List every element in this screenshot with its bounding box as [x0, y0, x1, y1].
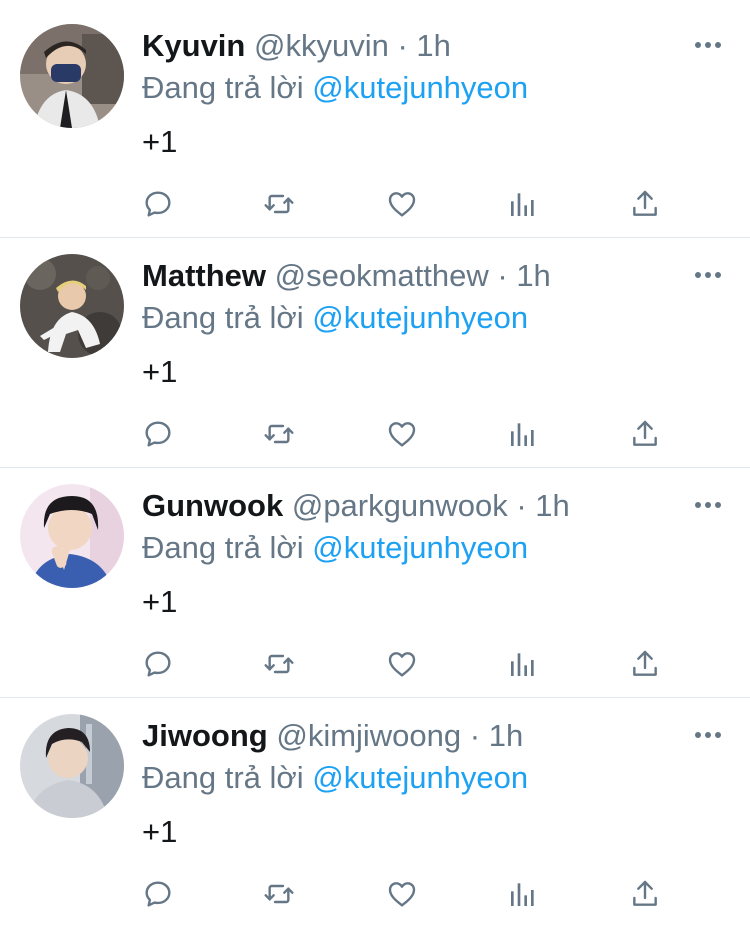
like-icon[interactable]: [384, 876, 420, 912]
replying-to: Đang trả lời @kutejunhyeon: [142, 298, 528, 338]
mention-link[interactable]: @kutejunhyeon: [312, 70, 528, 105]
more-icon[interactable]: [690, 490, 726, 520]
display-name[interactable]: Jiwoong: [142, 718, 268, 753]
reply-feed: Kyuvin @kkyuvin · 1h Đang trả lời @kutej…: [0, 0, 750, 926]
like-icon[interactable]: [384, 646, 420, 682]
more-icon[interactable]: [690, 260, 726, 290]
tweet-header: Kyuvin @kkyuvin · 1h: [142, 26, 451, 66]
tweet-text: +1: [142, 584, 178, 619]
share-icon[interactable]: [627, 876, 663, 912]
replying-to-label: Đang trả lời: [142, 300, 304, 335]
like-icon[interactable]: [384, 416, 420, 452]
avatar[interactable]: [20, 24, 124, 128]
user-handle[interactable]: @seokmatthew: [275, 258, 489, 293]
more-icon[interactable]: [690, 720, 726, 750]
tweet-header: Matthew @seokmatthew · 1h: [142, 256, 551, 296]
avatar[interactable]: [20, 254, 124, 358]
tweet[interactable]: Matthew @seokmatthew · 1h Đang trả lời @…: [0, 230, 750, 460]
timestamp[interactable]: 1h: [416, 28, 450, 63]
views-icon[interactable]: [505, 416, 541, 452]
retweet-icon[interactable]: [261, 876, 297, 912]
user-handle[interactable]: @kkyuvin: [254, 28, 389, 63]
tweet[interactable]: Jiwoong @kimjiwoong · 1h Đang trả lời @k…: [0, 690, 750, 920]
replying-to-label: Đang trả lời: [142, 760, 304, 795]
action-bar: [0, 876, 750, 912]
avatar[interactable]: [20, 714, 124, 818]
like-icon[interactable]: [384, 186, 420, 222]
tweet-text: +1: [142, 124, 178, 159]
timestamp[interactable]: 1h: [489, 718, 523, 753]
timestamp[interactable]: 1h: [535, 488, 569, 523]
user-handle[interactable]: @kimjiwoong: [276, 718, 461, 753]
share-icon[interactable]: [627, 416, 663, 452]
action-bar: [0, 186, 750, 222]
share-icon[interactable]: [627, 186, 663, 222]
retweet-icon[interactable]: [261, 186, 297, 222]
user-handle[interactable]: @parkgunwook: [292, 488, 508, 523]
replying-to-label: Đang trả lời: [142, 530, 304, 565]
display-name[interactable]: Matthew: [142, 258, 266, 293]
action-bar: [0, 416, 750, 452]
replying-to: Đang trả lời @kutejunhyeon: [142, 528, 528, 568]
tweet-text: +1: [142, 354, 178, 389]
mention-link[interactable]: @kutejunhyeon: [312, 760, 528, 795]
reply-icon[interactable]: [140, 186, 176, 222]
mention-link[interactable]: @kutejunhyeon: [312, 530, 528, 565]
tweet[interactable]: Kyuvin @kkyuvin · 1h Đang trả lời @kutej…: [0, 0, 750, 230]
retweet-icon[interactable]: [261, 416, 297, 452]
tweet[interactable]: Gunwook @parkgunwook · 1h Đang trả lời @…: [0, 460, 750, 690]
display-name[interactable]: Kyuvin: [142, 28, 245, 63]
reply-icon[interactable]: [140, 876, 176, 912]
display-name[interactable]: Gunwook: [142, 488, 283, 523]
share-icon[interactable]: [627, 646, 663, 682]
separator-dot: ·: [469, 718, 481, 753]
mention-link[interactable]: @kutejunhyeon: [312, 300, 528, 335]
views-icon[interactable]: [505, 876, 541, 912]
action-bar: [0, 646, 750, 682]
separator-dot: ·: [497, 258, 508, 293]
replying-to-label: Đang trả lời: [142, 70, 304, 105]
tweet-header: Gunwook @parkgunwook · 1h: [142, 486, 570, 526]
retweet-icon[interactable]: [261, 646, 297, 682]
more-icon[interactable]: [690, 30, 726, 60]
replying-to: Đang trả lời @kutejunhyeon: [142, 68, 528, 108]
views-icon[interactable]: [505, 646, 541, 682]
separator-dot: ·: [516, 488, 527, 523]
tweet-text: +1: [142, 814, 178, 849]
replying-to: Đang trả lời @kutejunhyeon: [142, 758, 528, 798]
avatar[interactable]: [20, 484, 124, 588]
reply-icon[interactable]: [140, 416, 176, 452]
views-icon[interactable]: [505, 186, 541, 222]
reply-icon[interactable]: [140, 646, 176, 682]
separator-dot: ·: [397, 28, 408, 63]
tweet-header: Jiwoong @kimjiwoong · 1h: [142, 716, 523, 756]
timestamp[interactable]: 1h: [516, 258, 550, 293]
